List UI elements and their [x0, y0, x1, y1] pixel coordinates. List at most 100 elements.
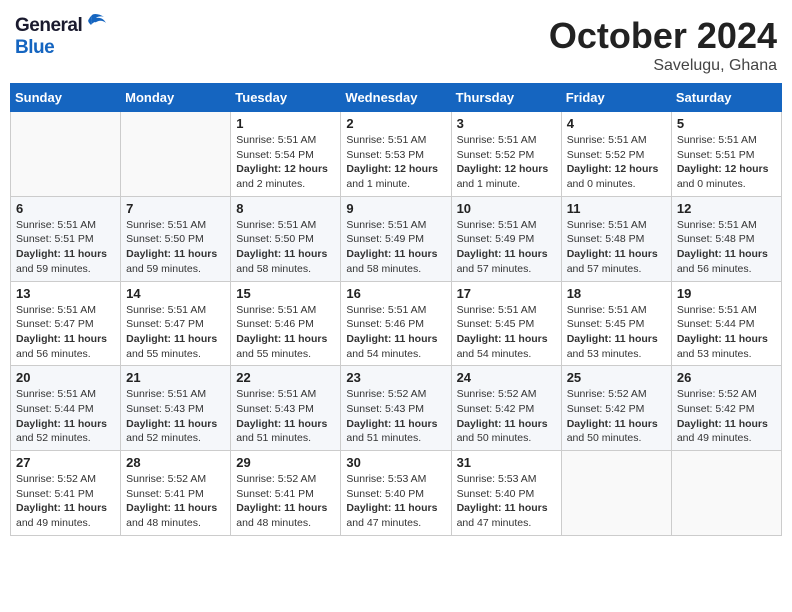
day-info: Sunrise: 5:51 AMSunset: 5:49 PMDaylight:…	[457, 218, 556, 277]
day-cell: 29 Sunrise: 5:52 AMSunset: 5:41 PMDayligh…	[231, 451, 341, 536]
day-cell: 22Sunrise: 5:51 AMSunset: 5:43 PMDayligh…	[231, 366, 341, 451]
week-row-4: 20 Sunrise: 5:51 AMSunset: 5:44 PMDayligh…	[11, 366, 782, 451]
day-cell	[561, 451, 671, 536]
weekday-header-saturday: Saturday	[671, 84, 781, 112]
week-row-1: 1 Sunrise: 5:51 AMSunset: 5:54 PMDaylight…	[11, 112, 782, 197]
day-number: 15	[236, 286, 335, 301]
day-info: Sunrise: 5:51 AMSunset: 5:51 PMDaylight:…	[677, 133, 776, 192]
day-number: 18	[567, 286, 666, 301]
day-number: 17	[457, 286, 556, 301]
weekday-header-monday: Monday	[121, 84, 231, 112]
day-cell: 18 Sunrise: 5:51 AMSunset: 5:45 PMDayligh…	[561, 281, 671, 366]
day-cell: 27 Sunrise: 5:52 AMSunset: 5:41 PMDayligh…	[11, 451, 121, 536]
day-number: 8	[236, 201, 335, 216]
day-cell: 13 Sunrise: 5:51 AMSunset: 5:47 PMDayligh…	[11, 281, 121, 366]
day-info: Sunrise: 5:51 AMSunset: 5:50 PMDaylight:…	[126, 218, 225, 277]
logo: General Blue	[15, 15, 106, 59]
day-number: 6	[16, 201, 115, 216]
day-number: 26	[677, 370, 776, 385]
day-info: Sunrise: 5:51 AMSunset: 5:52 PMDaylight:…	[567, 133, 666, 192]
day-cell: 4Sunrise: 5:51 AMSunset: 5:52 PMDaylight…	[561, 112, 671, 197]
day-cell: 14Sunrise: 5:51 AMSunset: 5:47 PMDayligh…	[121, 281, 231, 366]
day-cell: 17 Sunrise: 5:51 AMSunset: 5:45 PMDayligh…	[451, 281, 561, 366]
day-number: 19	[677, 286, 776, 301]
day-cell: 6 Sunrise: 5:51 AMSunset: 5:51 PMDaylight…	[11, 196, 121, 281]
day-cell: 21Sunrise: 5:51 AMSunset: 5:43 PMDayligh…	[121, 366, 231, 451]
month-title: October 2024	[549, 15, 777, 57]
day-number: 1	[236, 116, 335, 131]
day-info: Sunrise: 5:51 AMSunset: 5:48 PMDaylight:…	[677, 218, 776, 277]
day-number: 12	[677, 201, 776, 216]
day-number: 31	[457, 455, 556, 470]
weekday-header-wednesday: Wednesday	[341, 84, 451, 112]
day-info: Sunrise: 5:51 AMSunset: 5:47 PMDaylight:…	[126, 303, 225, 362]
day-cell: 28 Sunrise: 5:52 AMSunset: 5:41 PMDayligh…	[121, 451, 231, 536]
day-info: Sunrise: 5:51 AMSunset: 5:43 PMDaylight:…	[126, 387, 225, 446]
day-cell	[121, 112, 231, 197]
day-number: 9	[346, 201, 445, 216]
day-number: 16	[346, 286, 445, 301]
day-info: Sunrise: 5:51 AMSunset: 5:49 PMDaylight:…	[346, 218, 445, 277]
calendar-table: SundayMondayTuesdayWednesdayThursdayFrid…	[10, 83, 782, 536]
day-info: Sunrise: 5:52 AMSunset: 5:42 PMDaylight:…	[457, 387, 556, 446]
day-cell: 20 Sunrise: 5:51 AMSunset: 5:44 PMDayligh…	[11, 366, 121, 451]
day-number: 25	[567, 370, 666, 385]
day-info: Sunrise: 5:51 AMSunset: 5:50 PMDaylight:…	[236, 218, 335, 277]
day-number: 3	[457, 116, 556, 131]
day-info: Sunrise: 5:51 AMSunset: 5:46 PMDaylight:…	[236, 303, 335, 362]
day-info: Sunrise: 5:51 AMSunset: 5:44 PMDaylight:…	[16, 387, 115, 446]
day-cell: 5 Sunrise: 5:51 AMSunset: 5:51 PMDaylight…	[671, 112, 781, 197]
day-info: Sunrise: 5:51 AMSunset: 5:48 PMDaylight:…	[567, 218, 666, 277]
day-info: Sunrise: 5:51 AMSunset: 5:53 PMDaylight:…	[346, 133, 445, 192]
weekday-header-sunday: Sunday	[11, 84, 121, 112]
weekday-header-thursday: Thursday	[451, 84, 561, 112]
day-info: Sunrise: 5:52 AMSunset: 5:41 PMDaylight:…	[126, 472, 225, 531]
day-number: 10	[457, 201, 556, 216]
day-info: Sunrise: 5:51 AMSunset: 5:44 PMDaylight:…	[677, 303, 776, 362]
day-number: 20	[16, 370, 115, 385]
day-cell: 31 Sunrise: 5:53 AMSunset: 5:40 PMDayligh…	[451, 451, 561, 536]
day-info: Sunrise: 5:51 AMSunset: 5:45 PMDaylight:…	[457, 303, 556, 362]
day-number: 29	[236, 455, 335, 470]
header: General Blue October 2024 Savelugu, Ghan…	[10, 10, 782, 75]
day-number: 5	[677, 116, 776, 131]
title-area: October 2024 Savelugu, Ghana	[549, 15, 777, 75]
day-info: Sunrise: 5:51 AMSunset: 5:52 PMDaylight:…	[457, 133, 556, 192]
day-info: Sunrise: 5:52 AMSunset: 5:41 PMDaylight:…	[236, 472, 335, 531]
day-cell: 16 Sunrise: 5:51 AMSunset: 5:46 PMDayligh…	[341, 281, 451, 366]
day-cell	[671, 451, 781, 536]
day-number: 27	[16, 455, 115, 470]
logo-bird-icon	[84, 13, 106, 31]
day-info: Sunrise: 5:52 AMSunset: 5:43 PMDaylight:…	[346, 387, 445, 446]
day-number: 24	[457, 370, 556, 385]
day-info: Sunrise: 5:52 AMSunset: 5:42 PMDaylight:…	[567, 387, 666, 446]
day-number: 22	[236, 370, 335, 385]
weekday-header-tuesday: Tuesday	[231, 84, 341, 112]
day-info: Sunrise: 5:51 AMSunset: 5:47 PMDaylight:…	[16, 303, 115, 362]
day-info: Sunrise: 5:51 AMSunset: 5:51 PMDaylight:…	[16, 218, 115, 277]
day-info: Sunrise: 5:52 AMSunset: 5:41 PMDaylight:…	[16, 472, 115, 531]
day-cell: 10 Sunrise: 5:51 AMSunset: 5:49 PMDayligh…	[451, 196, 561, 281]
day-number: 13	[16, 286, 115, 301]
day-cell: 7Sunrise: 5:51 AMSunset: 5:50 PMDaylight…	[121, 196, 231, 281]
weekday-header-row: SundayMondayTuesdayWednesdayThursdayFrid…	[11, 84, 782, 112]
day-number: 2	[346, 116, 445, 131]
day-cell: 19 Sunrise: 5:51 AMSunset: 5:44 PMDayligh…	[671, 281, 781, 366]
day-cell: 26 Sunrise: 5:52 AMSunset: 5:42 PMDayligh…	[671, 366, 781, 451]
day-cell: 25 Sunrise: 5:52 AMSunset: 5:42 PMDayligh…	[561, 366, 671, 451]
day-info: Sunrise: 5:53 AMSunset: 5:40 PMDaylight:…	[346, 472, 445, 531]
week-row-2: 6 Sunrise: 5:51 AMSunset: 5:51 PMDaylight…	[11, 196, 782, 281]
day-info: Sunrise: 5:51 AMSunset: 5:54 PMDaylight:…	[236, 133, 335, 192]
week-row-3: 13 Sunrise: 5:51 AMSunset: 5:47 PMDayligh…	[11, 281, 782, 366]
day-info: Sunrise: 5:51 AMSunset: 5:45 PMDaylight:…	[567, 303, 666, 362]
weekday-header-friday: Friday	[561, 84, 671, 112]
day-info: Sunrise: 5:53 AMSunset: 5:40 PMDaylight:…	[457, 472, 556, 531]
day-cell: 1 Sunrise: 5:51 AMSunset: 5:54 PMDaylight…	[231, 112, 341, 197]
week-row-5: 27 Sunrise: 5:52 AMSunset: 5:41 PMDayligh…	[11, 451, 782, 536]
day-cell: 2 Sunrise: 5:51 AMSunset: 5:53 PMDaylight…	[341, 112, 451, 197]
day-cell: 9 Sunrise: 5:51 AMSunset: 5:49 PMDaylight…	[341, 196, 451, 281]
day-number: 28	[126, 455, 225, 470]
day-cell: 30Sunrise: 5:53 AMSunset: 5:40 PMDayligh…	[341, 451, 451, 536]
day-info: Sunrise: 5:51 AMSunset: 5:46 PMDaylight:…	[346, 303, 445, 362]
day-info: Sunrise: 5:52 AMSunset: 5:42 PMDaylight:…	[677, 387, 776, 446]
